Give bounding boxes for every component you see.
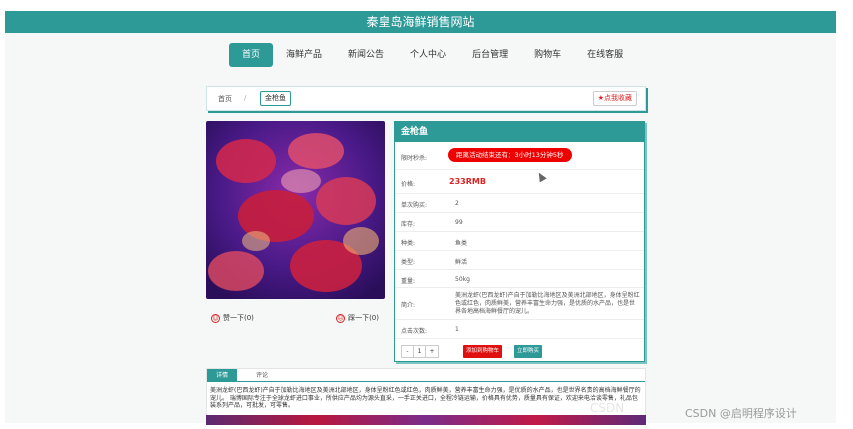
price-value: 233RMB (449, 177, 486, 186)
category-row: 种类: 鱼类 (395, 232, 644, 251)
nav-item-profile[interactable]: 个人中心 (397, 43, 459, 67)
breadcrumb-home[interactable]: 首页 (218, 94, 232, 104)
favorite-button[interactable]: ★点我收藏 (592, 91, 637, 106)
category-label: 种类: (401, 240, 416, 247)
stock-row: 库存: 99 (395, 213, 644, 232)
clicks-label: 点击次数: (401, 328, 428, 335)
nav-item-admin[interactable]: 后台管理 (459, 43, 521, 67)
add-to-cart-button[interactable]: 添加到购物车 (463, 345, 503, 358)
tab-bar: 详情 评论 (207, 369, 645, 382)
weight-row: 重量: 50kg (395, 270, 644, 288)
breadcrumb-current[interactable]: 金枪鱼 (260, 91, 291, 106)
nav-item-cart[interactable]: 购物车 (521, 43, 574, 67)
page: 秦皇岛海鲜销售网站 首页 海鲜产品 新闻公告 个人中心 后台管理 购物车 在线客… (0, 0, 853, 429)
dislike-label: 踩一下(0) (348, 314, 379, 322)
single-limit-label: 单次购买: (401, 202, 428, 209)
buy-now-button[interactable]: 立即购买 (514, 345, 543, 358)
intro-value: 美洲龙虾(巴西龙虾)产自于加勒比海地区及美洲北部地区，身体呈粉红色或红色，肉质鲜… (455, 292, 640, 315)
product-info-panel: 金枪鱼 限时秒杀: 距离活动结束还有：3小时13分钟5秒 价格: 233RMB … (394, 121, 645, 362)
description-image-strip (206, 415, 646, 425)
price-label: 价格: (401, 181, 416, 188)
quantity-stepper: - 1 + (401, 345, 439, 358)
like-button[interactable]: ☺ 赞一下(0) (211, 313, 254, 323)
nav-item-news[interactable]: 新闻公告 (335, 43, 397, 67)
type-value: 鲜活 (455, 259, 468, 266)
countdown-label: 限时秒杀: (401, 155, 428, 162)
nav-item-seafood[interactable]: 海鲜产品 (273, 43, 335, 67)
product-image (206, 121, 385, 299)
category-value: 鱼类 (455, 240, 468, 247)
price-row: 价格: 233RMB (395, 170, 644, 194)
single-limit-row: 单次购买: 2 (395, 194, 644, 213)
stock-label: 库存: (401, 221, 416, 228)
tab-comments[interactable]: 评论 (247, 369, 277, 382)
site-title: 秦皇岛海鲜销售网站 (5, 11, 836, 33)
quantity-plus-button[interactable]: + (426, 346, 438, 357)
intro-row: 简介: 美洲龙虾(巴西龙虾)产自于加勒比海地区及美洲北部地区，身体呈粉红色或红色… (395, 288, 644, 320)
quantity-input[interactable]: 1 (414, 346, 426, 357)
goldfish-photo (206, 121, 385, 299)
watermark-ghost: CSDN (590, 401, 625, 415)
watermark: CSDN @启明程序设计 (685, 407, 797, 420)
smile-icon: ☺ (211, 313, 220, 323)
tab-details[interactable]: 详情 (207, 369, 238, 382)
main-nav: 首页 海鲜产品 新闻公告 个人中心 后台管理 购物车 在线客服 (229, 43, 636, 67)
breadcrumb: 首页 / 金枪鱼 ★点我收藏 (206, 86, 646, 111)
product-description: 美洲龙虾(巴西龙虾)产自于加勒比海地区及美洲北部地区，身体呈粉红色或红色，肉质鲜… (210, 387, 641, 409)
nav-item-support[interactable]: 在线客服 (574, 43, 636, 67)
type-label: 类型: (401, 259, 416, 266)
vote-row: ☺ 赞一下(0) ☹ 踩一下(0) (206, 309, 385, 329)
breadcrumb-separator: / (244, 94, 247, 102)
intro-label: 简介: (401, 302, 416, 309)
nav-item-home[interactable]: 首页 (229, 43, 274, 67)
like-label: 赞一下(0) (223, 314, 254, 322)
product-name: 金枪鱼 (395, 122, 644, 142)
weight-value: 50kg (455, 276, 470, 283)
favorite-label: 点我收藏 (604, 94, 632, 102)
single-limit-value: 2 (455, 200, 459, 207)
quantity-minus-button[interactable]: - (402, 346, 414, 357)
frown-icon: ☹ (336, 313, 346, 323)
clicks-value: 1 (455, 326, 459, 333)
countdown-badge: 距离活动结束还有：3小时13分钟5秒 (448, 148, 572, 162)
type-row: 类型: 鲜活 (395, 251, 644, 270)
dislike-button[interactable]: ☹ 踩一下(0) (336, 313, 379, 323)
countdown-row: 限时秒杀: 距离活动结束还有：3小时13分钟5秒 (395, 142, 644, 170)
stock-value: 99 (455, 219, 463, 226)
weight-label: 重量: (401, 278, 416, 285)
clicks-row: 点击次数: 1 (395, 320, 644, 339)
